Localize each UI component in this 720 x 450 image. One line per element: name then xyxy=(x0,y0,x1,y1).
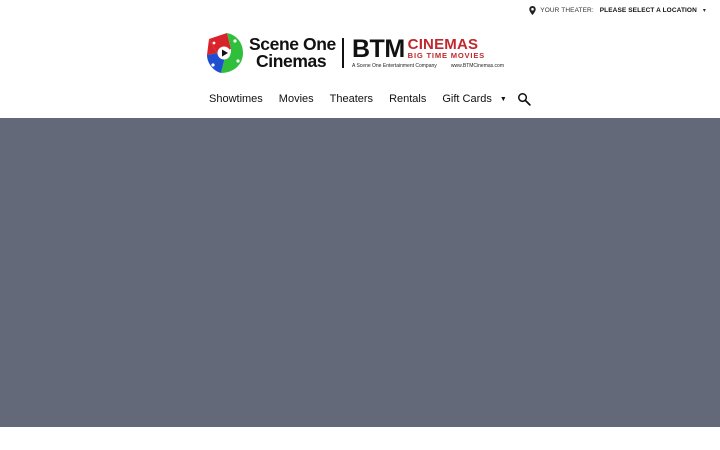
search-icon[interactable] xyxy=(517,92,531,106)
nav-rentals[interactable]: Rentals xyxy=(389,93,426,105)
nav-gift-cards-label: Gift Cards xyxy=(442,93,492,105)
btm-cinemas: CINEMAS xyxy=(407,35,479,53)
tagline-company: A Scene One Entertainment Company xyxy=(352,62,437,69)
location-pin-icon xyxy=(529,6,537,15)
nav-showtimes[interactable]: Showtimes xyxy=(209,93,263,105)
tagline-url: www.BTMCinemas.com xyxy=(450,62,504,69)
nav-theaters[interactable]: Theaters xyxy=(330,93,373,105)
caret-down-icon: ▼ xyxy=(499,95,507,103)
scene-one-line2: Cinemas xyxy=(256,51,327,71)
hero-banner xyxy=(0,118,720,427)
scene-one-wordmark: Scene One Cinemas xyxy=(249,35,336,71)
site-logo[interactable]: Scene One Cinemas BTM CINEMAS BIG TIME M… xyxy=(205,30,515,76)
top-bar: YOUR THEATER: PLEASE SELECT A LOCATION ▾ xyxy=(0,0,720,22)
logo-tagline: A Scene One Entertainment Company www.BT… xyxy=(352,63,504,69)
btm-letters: BTM xyxy=(352,34,405,63)
caret-down-icon: ▾ xyxy=(702,8,706,14)
theater-label: YOUR THEATER: xyxy=(540,7,594,14)
nav-gift-cards[interactable]: Gift Cards ▼ xyxy=(442,93,506,105)
btm-wordmark: BTM CINEMAS BIG TIME MOVIES A Scene One … xyxy=(352,34,504,69)
theater-selector[interactable]: YOUR THEATER: PLEASE SELECT A LOCATION ▾ xyxy=(529,6,706,15)
theater-value[interactable]: PLEASE SELECT A LOCATION xyxy=(600,7,697,14)
film-reel-icon xyxy=(207,33,243,73)
logo-divider xyxy=(342,38,344,68)
nav-movies[interactable]: Movies xyxy=(279,93,314,105)
main-nav: Showtimes Movies Theaters Rentals Gift C… xyxy=(209,91,531,107)
btm-big-time-movies: BIG TIME MOVIES xyxy=(407,50,486,60)
